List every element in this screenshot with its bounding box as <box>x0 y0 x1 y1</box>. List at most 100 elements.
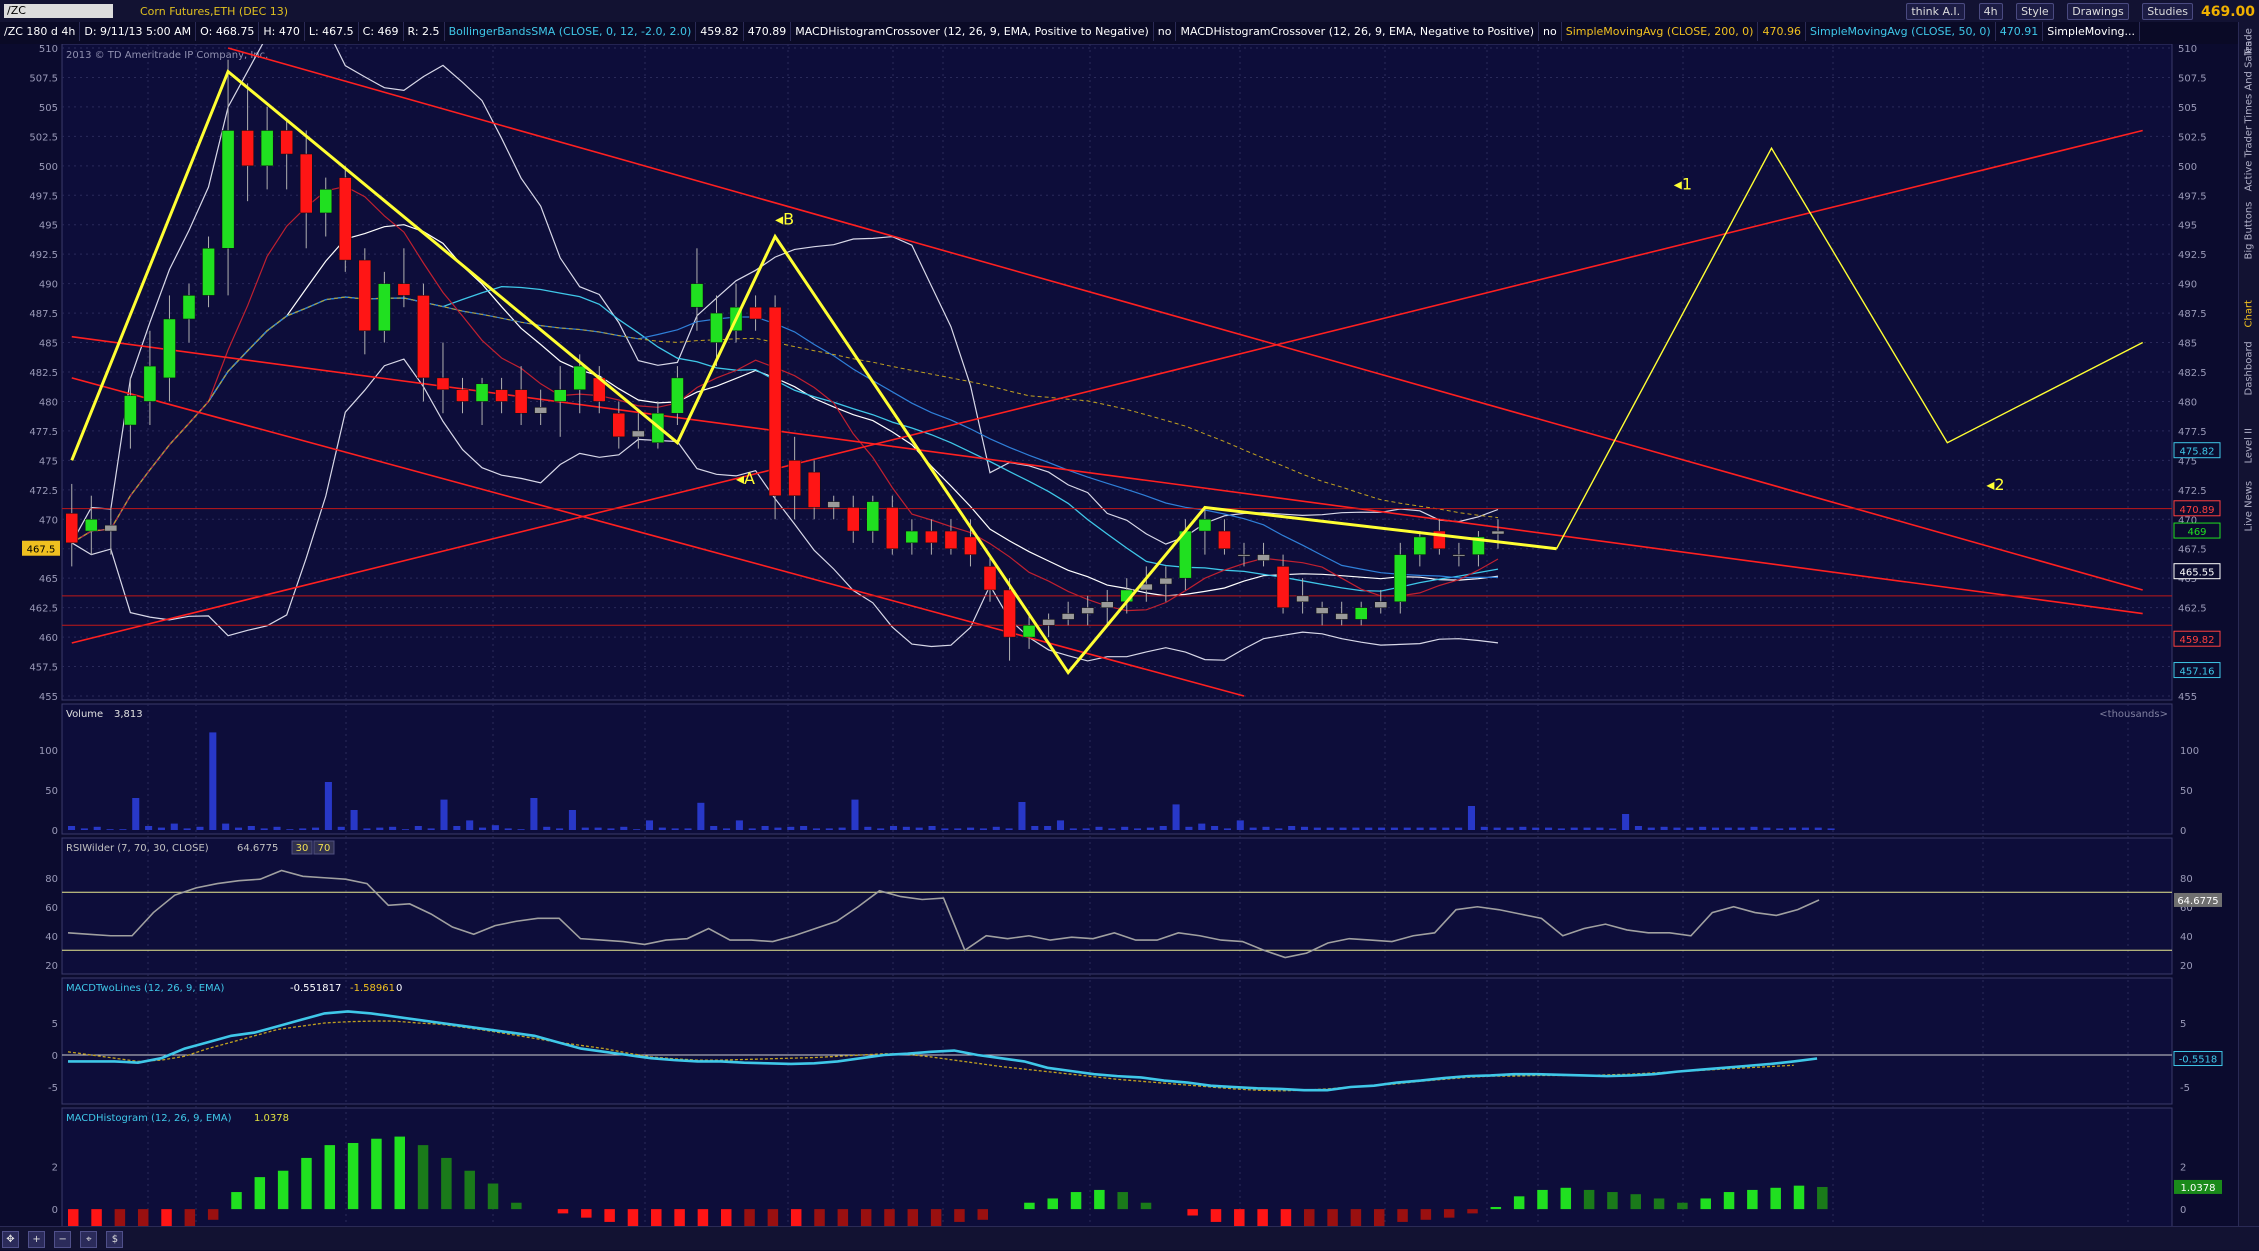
volume-bar <box>453 826 461 830</box>
candle-body <box>221 130 235 249</box>
rsi-value: 64.6775 <box>237 843 278 854</box>
zoom-out-button[interactable]: − <box>54 1231 72 1248</box>
volume-axis-tick: 100 <box>2180 746 2199 757</box>
histogram-bar <box>1467 1209 1478 1214</box>
histogram-bar <box>441 1157 452 1210</box>
sidebar-tab[interactable]: Dashboard <box>2244 341 2255 395</box>
macd-title: MACDTwoLines (12, 26, 9, EMA) <box>66 983 225 994</box>
histogram-bar <box>977 1209 989 1220</box>
header-item: D: 9/11/13 5:00 AM <box>80 22 197 41</box>
histogram-bar <box>1537 1189 1548 1210</box>
price-axis-tick-right: 477.5 <box>2178 427 2207 438</box>
bottom-toolbar: ✥ + − ⌖ $ <box>0 1226 2259 1250</box>
candle-body <box>1159 577 1173 585</box>
candle-body <box>1296 595 1309 602</box>
volume-bar <box>658 827 666 830</box>
candle-body <box>553 389 567 402</box>
macd-axis-tick-left: 5 <box>52 1019 58 1030</box>
volume-bar <box>1403 827 1411 830</box>
volume-bar <box>414 826 422 830</box>
volume-bar <box>1134 828 1142 830</box>
candle-body <box>1257 554 1270 561</box>
histogram-bar <box>720 1209 732 1226</box>
aggregation-button[interactable]: 4h <box>1978 3 2003 20</box>
volume-bar <box>556 828 564 830</box>
price-axis-tick-right: 482.5 <box>2178 368 2207 379</box>
volume-bar <box>1789 827 1797 830</box>
histogram-bar <box>324 1145 336 1210</box>
histogram-bar <box>464 1170 475 1210</box>
histogram-bar <box>347 1142 359 1210</box>
wave-label: ◂2 <box>1986 475 2004 494</box>
sidebar-tab[interactable]: Active Trader <box>2244 126 2255 192</box>
sidebar-tab[interactable]: Level II <box>2244 428 2255 463</box>
style-button[interactable]: Style <box>2016 3 2054 20</box>
drawings-button[interactable]: Drawings <box>2067 3 2129 20</box>
sidebar-tab[interactable]: Times And Sales <box>2244 41 2255 123</box>
volume-bar <box>1711 827 1720 830</box>
price-axis-tick-left: 472.5 <box>29 486 58 497</box>
candle-body <box>514 389 528 414</box>
histogram-bar <box>1187 1209 1198 1216</box>
candle-body <box>1100 601 1114 608</box>
cursor-button[interactable]: ⌖ <box>80 1231 98 1248</box>
candle-body <box>1081 607 1095 614</box>
candle-body <box>378 283 391 332</box>
header-item: SimpleMoving... <box>2043 22 2141 41</box>
header-item: no <box>1539 22 1562 41</box>
think-ai-button[interactable]: think A.I. <box>1906 3 1966 20</box>
zoom-in-button[interactable]: + <box>28 1231 46 1248</box>
volume-bar <box>427 828 435 830</box>
currency-button[interactable]: $ <box>106 1231 124 1248</box>
volume-bar <box>376 827 384 830</box>
price-axis-tick-left: 500 <box>39 162 58 173</box>
volume-bar <box>568 810 576 830</box>
volume-bar <box>273 826 281 830</box>
histogram-bar <box>790 1209 802 1226</box>
volume-bar <box>1583 827 1591 830</box>
sidebar-tab[interactable]: Chart <box>2244 300 2255 327</box>
histogram-bar <box>1280 1209 1292 1226</box>
candle-body <box>886 507 899 549</box>
candle-body <box>749 306 762 320</box>
histogram-bar <box>1257 1209 1268 1226</box>
copyright-text: 2013 © TD Ameritrade IP Company, Inc. <box>66 50 268 61</box>
symbol-input[interactable]: /ZC <box>4 4 113 18</box>
price-axis-tick-left: 475 <box>39 456 58 467</box>
header-item: 459.82 <box>696 22 744 41</box>
volume-bar <box>1018 802 1026 830</box>
studies-button[interactable]: Studies <box>2142 3 2193 20</box>
histogram-axis-tick-left: 2 <box>52 1162 58 1173</box>
candle-body <box>1237 554 1251 557</box>
rsi-title: RSIWilder (7, 70, 30, CLOSE) <box>66 843 209 854</box>
pan-button[interactable]: ✥ <box>2 1231 19 1248</box>
volume-bar <box>735 820 743 830</box>
candle-body <box>1452 554 1466 557</box>
price-axis-tick-right: 487.5 <box>2178 309 2207 320</box>
app-window: /ZC Corn Futures,ETH (DEC 13) think A.I.… <box>0 0 2259 1250</box>
volume-bar <box>1493 827 1501 830</box>
volume-bar <box>1056 820 1065 830</box>
volume-bar <box>1609 828 1617 830</box>
sidebar-tab[interactable]: Big Buttons <box>2244 202 2255 260</box>
candle-body <box>1393 554 1407 602</box>
macd-axis-tick-left: 0 <box>52 1051 58 1062</box>
candle-body <box>846 507 860 532</box>
volume-bar <box>581 827 589 830</box>
volume-bar <box>1313 827 1321 830</box>
price-axis-tick-left: 455 <box>39 692 58 703</box>
histogram-bar <box>1373 1209 1385 1226</box>
histogram-bar <box>1793 1185 1805 1210</box>
histogram-bar <box>627 1209 639 1226</box>
histogram-bar <box>371 1138 382 1210</box>
histogram-bar <box>744 1209 755 1226</box>
sidebar-tab[interactable]: Live News <box>2244 481 2255 532</box>
histogram-bar <box>1513 1196 1525 1210</box>
chart-area[interactable]: SunMonTueWedThuFriMonTueWedThuFriSunMonT… <box>0 44 2239 1226</box>
volume-bar <box>915 827 923 830</box>
volume-bar <box>337 826 345 830</box>
volume-bar <box>1699 826 1707 830</box>
volume-axis-tick-left: 100 <box>39 746 58 757</box>
candle-body <box>1198 519 1212 532</box>
volume-bar <box>928 826 936 830</box>
